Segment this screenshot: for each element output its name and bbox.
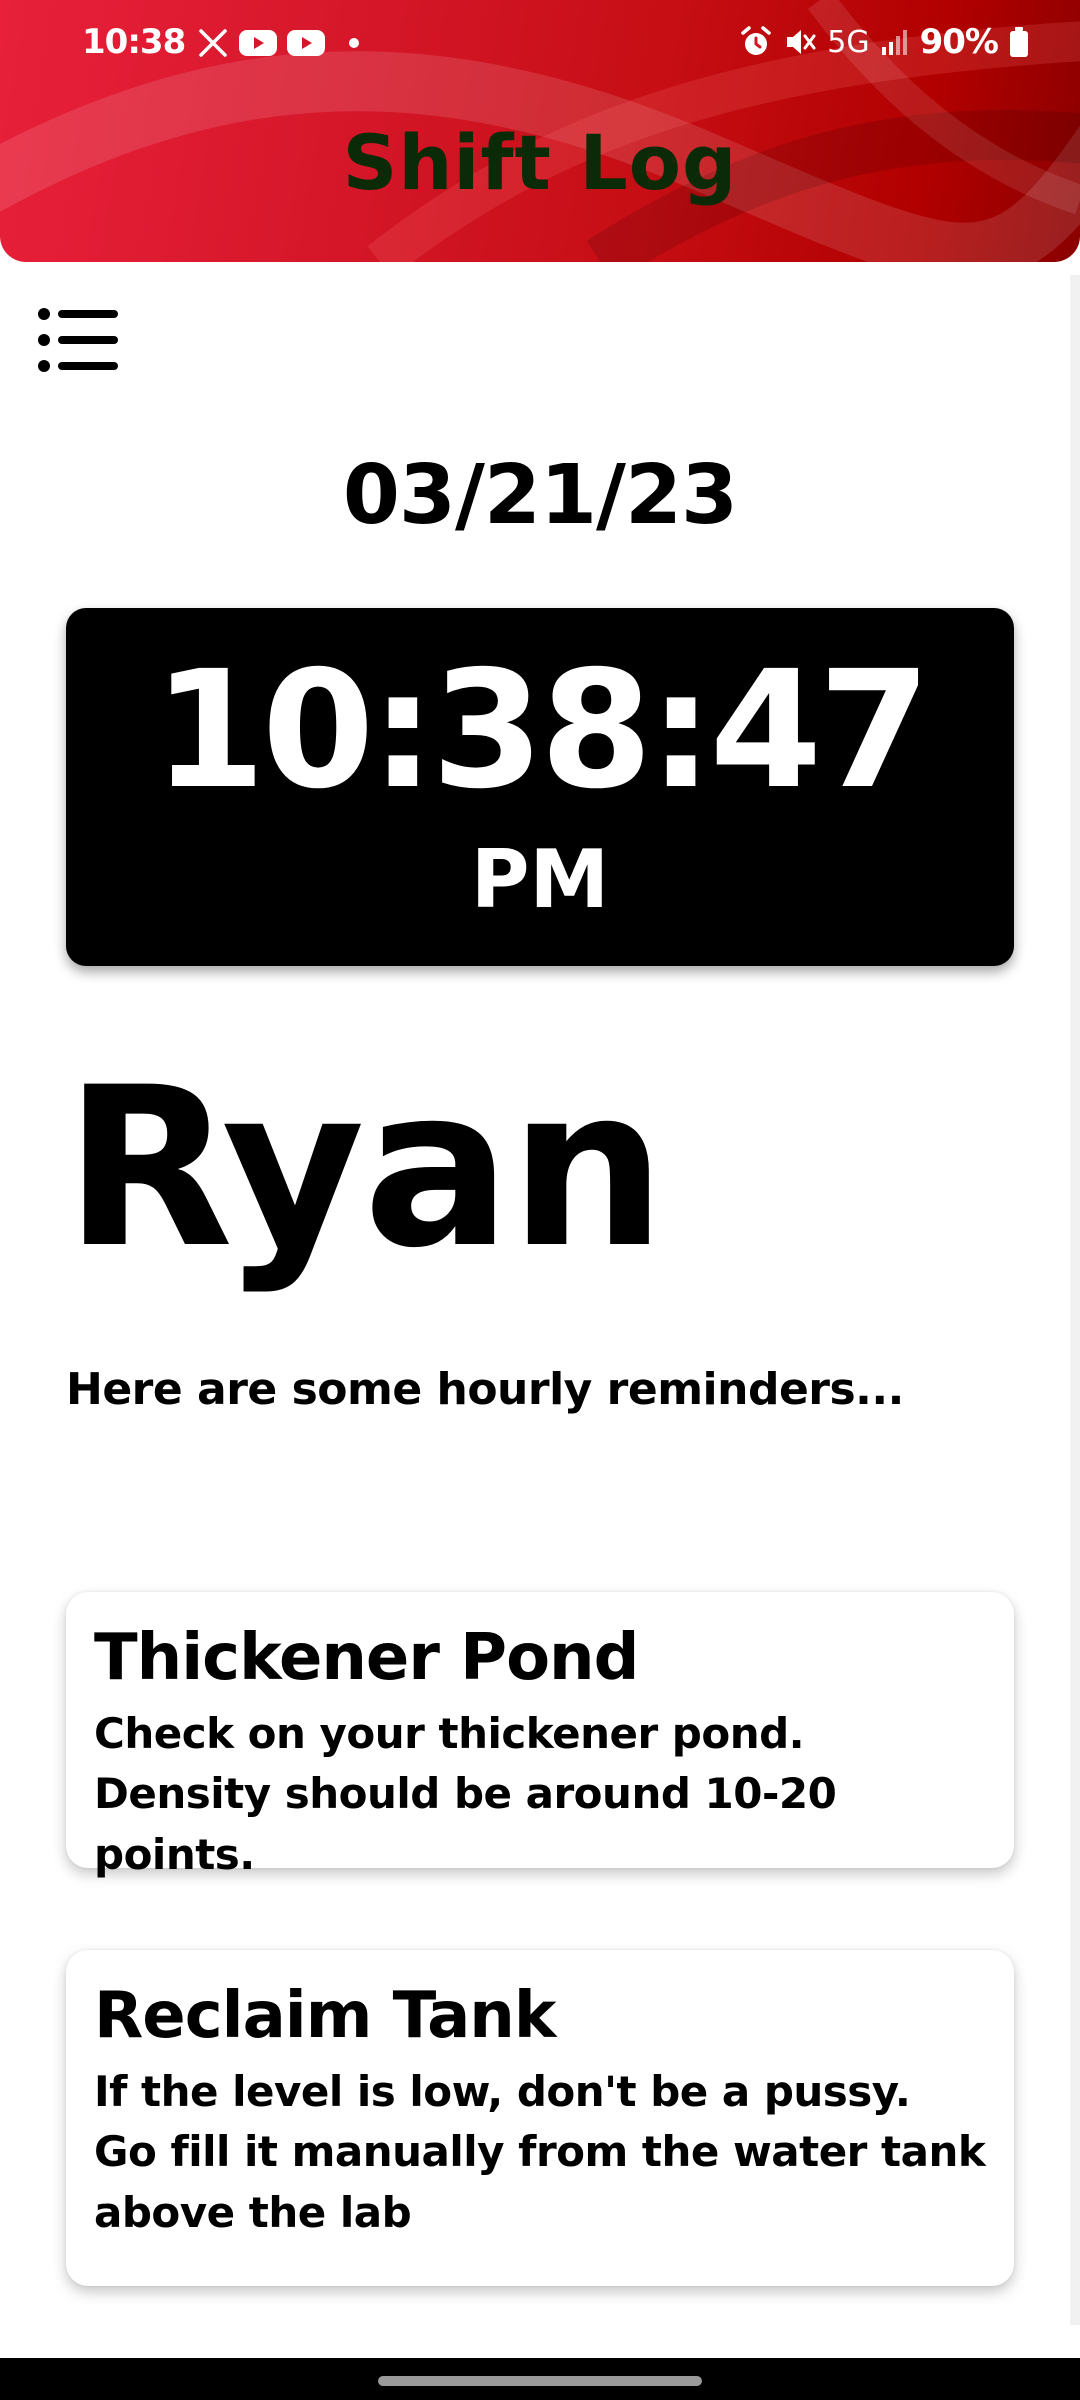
reminder-text: Check on your thickener pond. Density sh… — [94, 1708, 837, 1880]
clock-ampm: PM — [470, 833, 610, 926]
status-time: 10:38 — [82, 22, 186, 62]
system-status-icons: 5G 90% — [739, 22, 1030, 62]
notification-icons — [196, 26, 364, 60]
clock-time: 10:38:47 — [153, 637, 931, 825]
reminder-title: Reclaim Tank — [94, 1979, 556, 2053]
reminder-card[interactable]: Thickener Pond Check on your thickener p… — [66, 1592, 1014, 1879]
youtube-icon — [287, 30, 325, 56]
signal-icon — [881, 30, 907, 55]
status-bar: 10:38 5G 90% — [0, 0, 1080, 90]
reminder-title: Thickener Pond — [94, 1621, 639, 1695]
reminders-intro: Here are some hourly reminders... — [66, 1364, 904, 1415]
youtube-icon — [239, 30, 277, 56]
app-header: 10:38 5G 90% Shift Log — [0, 0, 1080, 262]
x-icon — [199, 29, 227, 57]
reminder-card[interactable]: Reclaim Tank If the level is low, don't … — [66, 1950, 1014, 2286]
app-title: Shift Log — [342, 118, 738, 207]
network-type: 5G — [827, 24, 870, 60]
battery-icon — [1010, 27, 1028, 57]
home-gesture-bar[interactable] — [378, 2376, 702, 2386]
user-name: Ryan — [64, 1040, 666, 1296]
menu-button[interactable] — [36, 306, 120, 376]
list-menu-icon — [38, 308, 118, 372]
battery-percent: 90% — [919, 22, 999, 62]
alarm-icon — [741, 26, 772, 55]
current-date: 03/21/23 — [342, 448, 738, 543]
mute-icon — [787, 30, 816, 54]
clock-card: 10:38:47 PM — [66, 608, 1014, 966]
scrollbar[interactable] — [1070, 275, 1080, 2325]
reminder-text: If the level is low, don't be a pussy. G… — [94, 2066, 986, 2238]
navigation-bar — [0, 2358, 1080, 2400]
dot-icon — [349, 38, 359, 48]
app-screen: 10:38 5G 90% Shift Log 03/21/23 10:38:47… — [0, 0, 1080, 2358]
